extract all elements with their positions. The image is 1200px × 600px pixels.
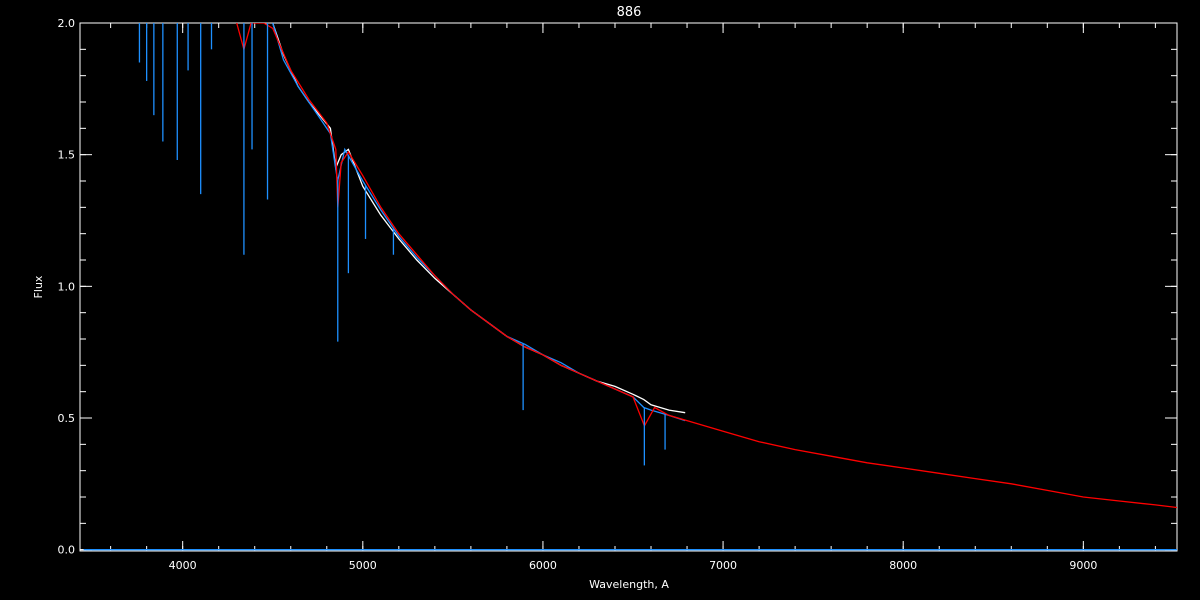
x-tick-label: 7000	[709, 559, 737, 572]
x-tick-label: 8000	[889, 559, 917, 572]
y-tick-label: 0.0	[58, 544, 76, 557]
series-line-2	[236, 23, 1177, 509]
series-line-1	[272, 23, 686, 422]
y-tick-label: 0.5	[58, 412, 76, 425]
chart-title: 886	[617, 5, 642, 20]
plot-area: 4000 5000 6000 7000 8000 9000 0.0 0.5 1.0 1.5 2.0	[58, 17, 1178, 572]
x-tick-label: 5000	[349, 559, 377, 572]
spectrum-chart: 886 Wavelength, A Flux 4000 5000 6000 7000 8…	[32, 5, 1178, 591]
series-line-0	[272, 23, 686, 414]
x-tick-label: 6000	[529, 559, 557, 572]
y-tick-label: 1.0	[58, 280, 76, 293]
y-axis-label: Flux	[32, 275, 45, 298]
spectrum-plot: 886 Wavelength, A Flux 4000 5000 6000 7000 8…	[0, 0, 1200, 600]
y-tick-label: 1.5	[58, 149, 76, 162]
x-tick-label: 9000	[1069, 559, 1097, 572]
y-tick-label: 2.0	[58, 17, 76, 30]
x-tick-label: 4000	[169, 559, 197, 572]
x-axis-label: Wavelength, A	[589, 578, 669, 591]
